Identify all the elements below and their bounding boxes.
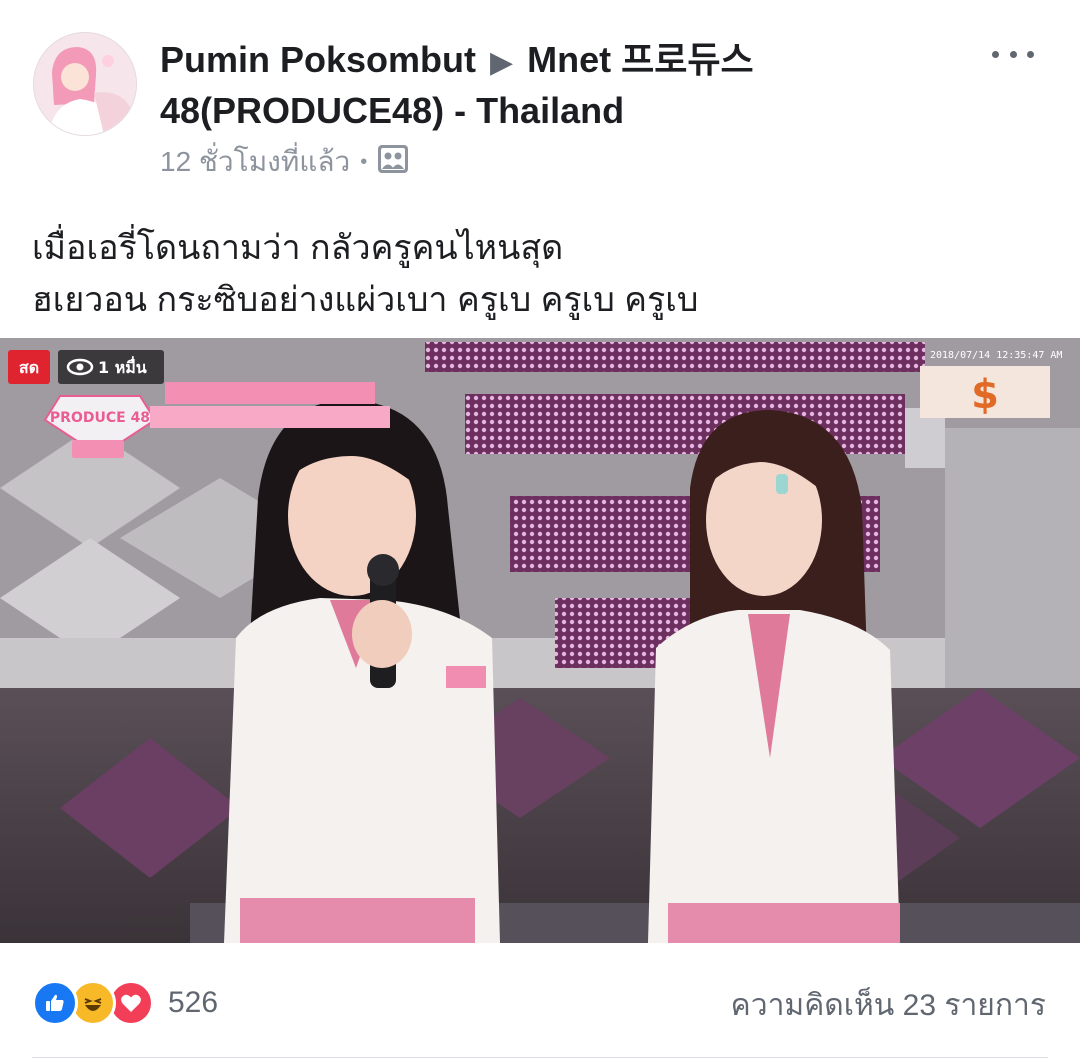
post-message: เมื่อเอรี่โดนถามว่า กลัวครูคนไหนสุด ฮเยว…: [32, 222, 1042, 326]
footer-divider: [32, 1057, 1048, 1058]
svg-text:PRODUCE 48: PRODUCE 48: [50, 410, 150, 426]
group-audience-icon: [377, 144, 409, 181]
author-name-link[interactable]: Pumin Poksombut: [160, 39, 476, 80]
meta-separator: •: [360, 150, 368, 173]
arrow-right-icon: ▶: [490, 46, 514, 79]
reaction-summary[interactable]: 526: [32, 980, 218, 1026]
broadcast-timestamp: 2018/07/14 12:35:47 AM: [930, 350, 1062, 361]
message-line: เมื่อเอรี่โดนถามว่า กลัวครูคนไหนสุด: [32, 229, 564, 267]
facebook-post: Pumin Poksombut ▶ Mnet 프로듀스 48(PRODUCE48…: [0, 0, 1080, 1061]
more-options-icon[interactable]: [978, 36, 1048, 72]
avatar-photo: [34, 33, 136, 135]
reaction-count: 526: [168, 986, 219, 1019]
message-line: ฮเยวอน กระซิบอย่างแผ่วเบา ครูเบ ครูเบ คร…: [32, 281, 699, 319]
post-header-title: Pumin Poksombut ▶ Mnet 프로듀스 48(PRODUCE48…: [160, 36, 980, 135]
post-photo-image: สด 1 หมื่น PRODUCE 48 2018/07/14 12:35:4…: [0, 338, 1080, 943]
channel-logo: $: [971, 372, 999, 418]
author-avatar[interactable]: [33, 32, 137, 136]
like-icon: [32, 980, 78, 1026]
viewer-count: 1 หมื่น: [98, 356, 147, 377]
post-meta: 12 ชั่วโมงที่แล้ว •: [160, 140, 409, 184]
post-timestamp-link[interactable]: 12 ชั่วโมงที่แล้ว: [160, 140, 350, 184]
comments-count-link[interactable]: ความคิดเห็น 23 รายการ: [731, 982, 1046, 1029]
live-badge: สด: [19, 358, 39, 377]
post-photo[interactable]: สด 1 หมื่น PRODUCE 48 2018/07/14 12:35:4…: [0, 338, 1080, 943]
